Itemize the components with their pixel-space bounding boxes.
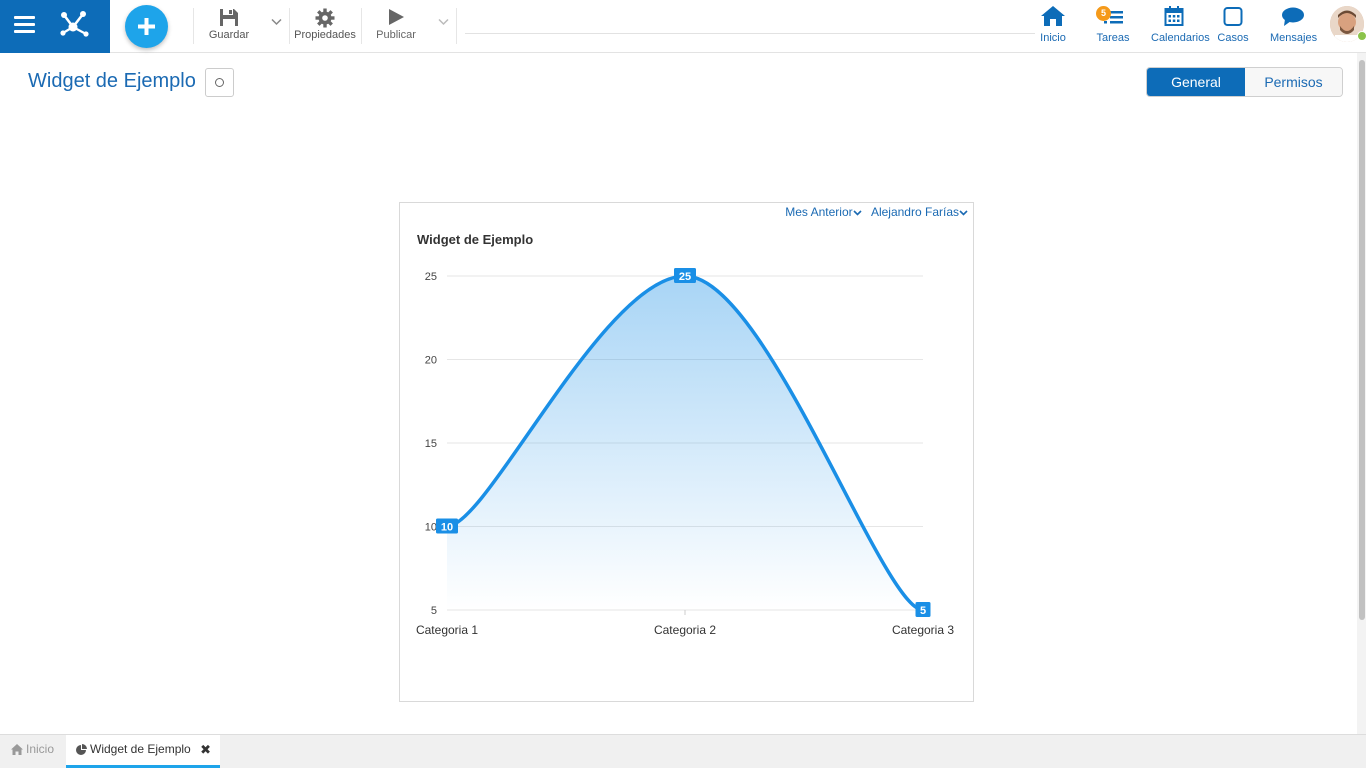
gear-icon [315, 8, 335, 28]
nav-label: Inicio [1040, 32, 1066, 44]
add-button[interactable] [125, 5, 168, 48]
filter-period[interactable]: Mes Anterior [785, 205, 862, 219]
save-button[interactable]: Guardar [205, 8, 253, 44]
nav-inicio[interactable]: Inicio [1038, 5, 1068, 49]
tab-permisos[interactable]: Permisos [1245, 68, 1342, 96]
nav-label: Tareas [1096, 32, 1130, 44]
data-label: 5 [920, 605, 926, 617]
nav-calendarios[interactable]: Calendarios [1151, 5, 1210, 49]
tasks-badge: 5 [1096, 6, 1111, 21]
bottom-tab-widget[interactable]: Widget de Ejemplo ✖ [66, 735, 220, 768]
filter-user[interactable]: Alejandro Farías [871, 205, 968, 219]
y-tick-label: 15 [425, 438, 437, 450]
menu-icon[interactable] [14, 16, 35, 34]
home-icon [11, 744, 23, 756]
nav-label: Casos [1217, 32, 1249, 44]
brand-area [0, 0, 110, 53]
properties-button[interactable]: Propiedades [293, 8, 357, 44]
case-icon [1223, 7, 1243, 26]
bottom-tab-bar: Inicio Widget de Ejemplo ✖ [0, 734, 1366, 768]
data-label: 10 [441, 522, 453, 534]
nav-label: Mensajes [1270, 32, 1318, 44]
y-tick-label: 20 [425, 355, 437, 367]
status-toggle-button[interactable] [205, 68, 234, 97]
x-category-label: Categoria 1 [416, 623, 478, 637]
toolbar-divider [289, 8, 290, 44]
toolbar-divider [361, 8, 362, 44]
close-icon[interactable]: ✖ [200, 735, 211, 764]
toolbar-divider [456, 8, 457, 44]
y-tick-label: 10 [425, 522, 437, 534]
circle-icon [215, 78, 224, 87]
nav-label: Calendarios [1151, 32, 1210, 44]
widget-filters: Mes Anterior Alejandro Farías [779, 205, 968, 219]
page-title: Widget de Ejemplo [28, 70, 196, 92]
y-tick-label: 25 [425, 271, 437, 283]
pie-chart-icon [76, 743, 87, 755]
data-label: 25 [679, 271, 691, 283]
y-tick-label: 5 [431, 605, 437, 617]
filter-user-label: Alejandro Farías [870, 205, 959, 219]
bottom-tab-label: Widget de Ejemplo [90, 742, 191, 756]
nav-casos[interactable]: Casos [1217, 5, 1249, 49]
plus-icon [138, 18, 155, 35]
logo-icon[interactable] [56, 7, 92, 43]
nav-mensajes[interactable]: Mensajes [1270, 5, 1317, 49]
home-icon [1041, 6, 1065, 26]
properties-label: Propiedades [294, 29, 356, 41]
scrollbar-thumb[interactable] [1359, 60, 1365, 620]
bottom-tab-inicio[interactable]: Inicio [0, 735, 66, 768]
chevron-down-icon [959, 210, 968, 216]
nav-tareas[interactable]: 5 Tareas [1096, 5, 1130, 49]
save-icon [220, 9, 238, 26]
chart-title: Widget de Ejemplo [417, 232, 534, 247]
publish-button[interactable]: Publicar [371, 8, 421, 44]
chevron-down-icon [853, 210, 862, 216]
online-status-dot [1357, 31, 1366, 41]
x-category-label: Categoria 3 [892, 623, 954, 637]
view-tabs: General Permisos [1146, 67, 1343, 97]
toolbar-divider [193, 8, 194, 44]
calendar-icon [1164, 6, 1184, 26]
x-category-label: Categoria 2 [654, 623, 716, 637]
bottom-tab-label: Inicio [26, 742, 55, 756]
save-label: Guardar [208, 29, 250, 41]
publish-label: Publicar [376, 29, 416, 41]
toolbar-line [465, 33, 1035, 34]
message-icon [1282, 7, 1304, 26]
chevron-down-icon[interactable] [438, 18, 449, 26]
chart-widget: 5 10 15 20 25 10 25 5 Categoria 1 Categoria 2 Cate… [399, 202, 974, 702]
play-icon [389, 9, 404, 25]
chevron-down-icon[interactable] [271, 18, 282, 26]
area-chart: 5 10 15 20 25 10 25 5 Categoria 1 Categoria 2 Cate… [416, 268, 954, 637]
filter-period-label: Mes Anterior [785, 205, 853, 219]
top-bar: Guardar Propiedades Publicar Inicio 5 Ta… [0, 0, 1366, 53]
tab-general[interactable]: General [1147, 68, 1245, 96]
